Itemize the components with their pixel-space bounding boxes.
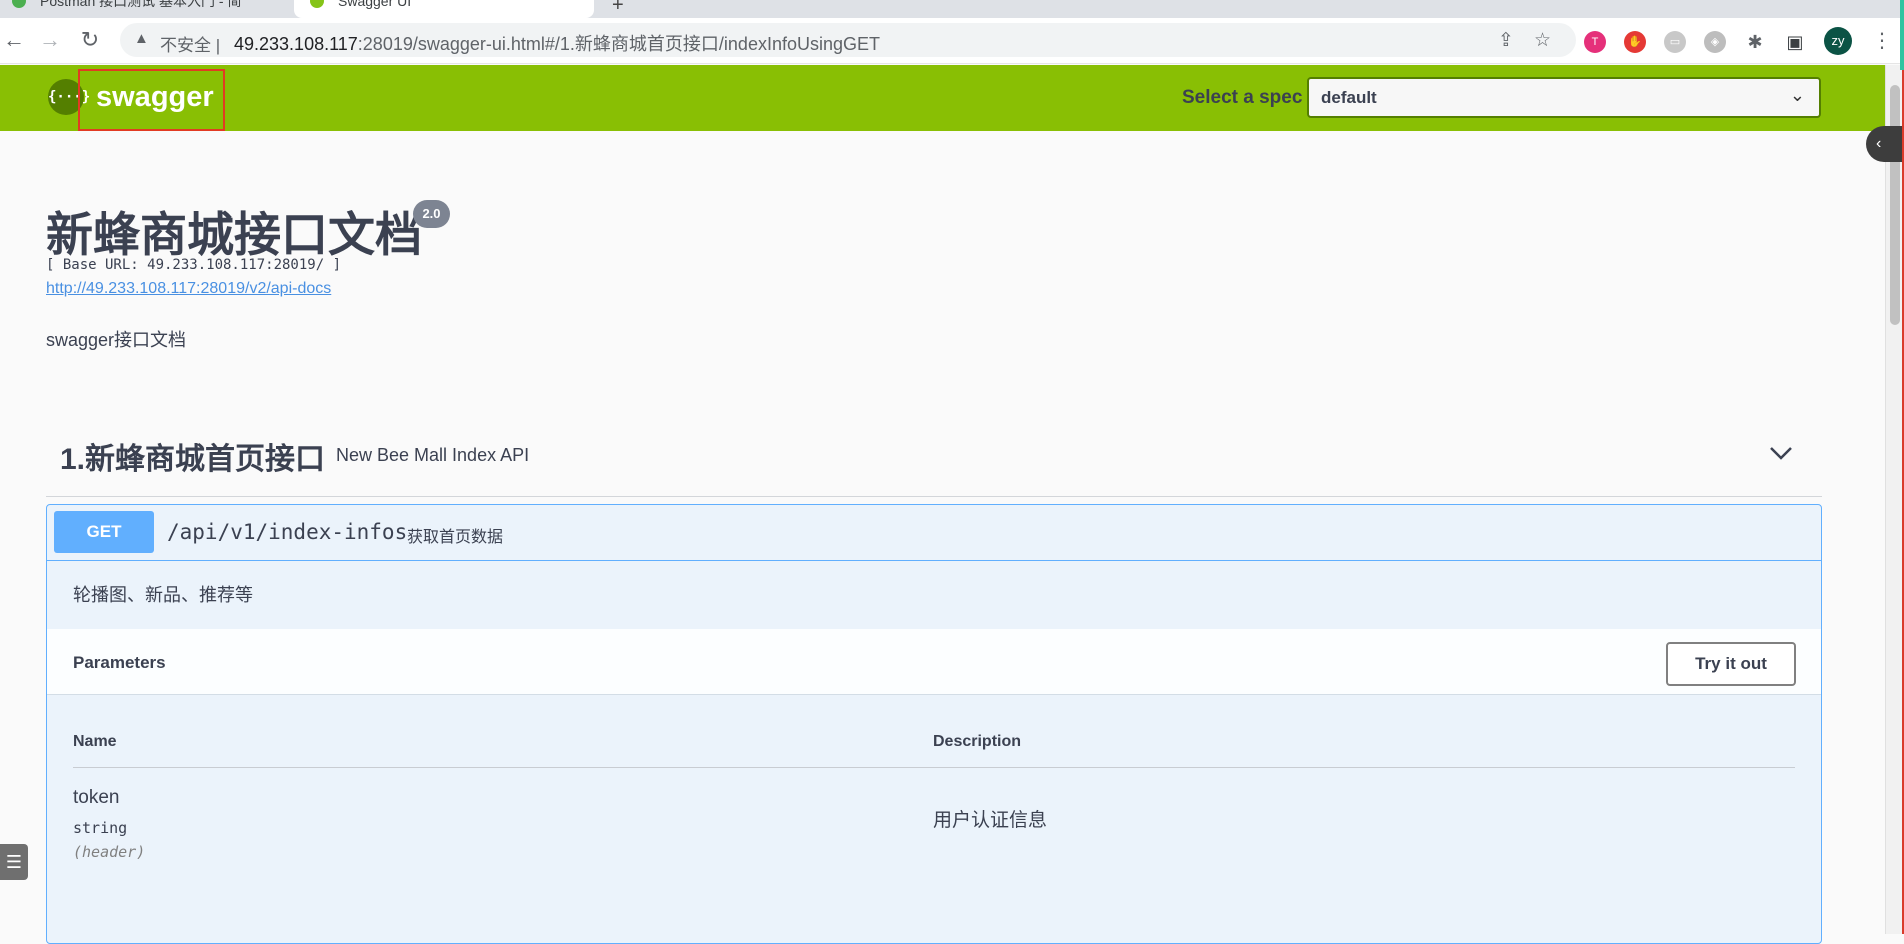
param-name: token (73, 787, 120, 808)
column-header-description: Description (933, 733, 1022, 750)
parameters-label: Parameters (73, 653, 166, 672)
reload-icon[interactable]: ↻ (78, 28, 102, 52)
operation-block: GET /api/v1/index-infos 获取首页数据 轮播图、新品、推荐… (46, 504, 1822, 944)
url-text[interactable]: 49.233.108.117:28019/swagger-ui.html#/1.… (234, 30, 880, 56)
api-docs-link[interactable]: http://49.233.108.117:28019/v2/api-docs (46, 280, 331, 298)
browser-tab-postman[interactable]: Postman 接口测试 基本入门 - 简 (0, 0, 292, 18)
operation-summary-text: 获取首页数据 (407, 529, 504, 546)
chevron-down-icon: ⌄ (1789, 85, 1805, 105)
param-location: (header) (73, 843, 146, 861)
list-menu-icon[interactable]: ☰ (0, 844, 28, 880)
address-bar[interactable]: ▲ 不安全 | 49.233.108.117:28019/swagger-ui.… (120, 23, 1576, 57)
extension-icon[interactable]: ▭ (1664, 31, 1686, 53)
column-header-name: Name (73, 733, 117, 750)
spec-select-value: default (1321, 88, 1377, 107)
spec-select[interactable]: default ⌄ (1307, 77, 1821, 118)
collapse-chevron-icon[interactable] (1766, 438, 1796, 468)
http-method-badge: GET (54, 511, 154, 553)
browser-tab-swagger[interactable]: Swagger UI ✕ (294, 0, 594, 18)
adblock-extension-icon[interactable]: ✋ (1624, 31, 1646, 53)
window-edge-accent (1900, 0, 1904, 70)
swagger-logo-text[interactable]: swagger (96, 81, 214, 114)
swagger-topbar: {···} swagger Select a spec default ⌄ (0, 65, 1885, 131)
tag-description: New Bee Mall Index API (336, 445, 530, 465)
side-panel-icon[interactable]: ▣ (1784, 31, 1806, 53)
scrollbar-thumb[interactable] (1890, 85, 1900, 325)
version-badge: 2.0 (413, 200, 450, 228)
warning-icon: ▲ (134, 30, 149, 47)
new-tab-icon[interactable]: + (612, 0, 624, 17)
chevron-left-icon[interactable]: ‹ (1866, 126, 1904, 162)
share-icon[interactable]: ⇪ (1498, 29, 1514, 52)
browser-tab-strip: Postman 接口测试 基本入门 - 简 Swagger UI ✕ + (0, 0, 1904, 18)
page-title: 新蜂商城接口文档 (46, 208, 422, 261)
operation-summary[interactable]: GET /api/v1/index-infos 获取首页数据 (47, 505, 1821, 561)
puzzle-icon[interactable]: ✱ (1744, 31, 1766, 53)
select-spec-label: Select a spec (1182, 87, 1303, 108)
operation-path: /api/v1/index-infos (167, 520, 408, 544)
extension-icon[interactable]: T (1584, 31, 1606, 53)
shield-extension-icon[interactable]: ◈ (1704, 31, 1726, 53)
tag-name[interactable]: 1.新蜂商城首页接口 (60, 434, 325, 478)
parameters-header: Parameters Try it out (47, 629, 1821, 695)
forward-icon[interactable]: → (38, 28, 62, 52)
api-description: swagger接口文档 (46, 330, 187, 350)
profile-avatar[interactable]: zy (1824, 27, 1852, 55)
param-type: string (73, 819, 128, 837)
try-it-out-button[interactable]: Try it out (1666, 642, 1796, 686)
tab-title: Postman 接口测试 基本入门 - 简 (40, 0, 242, 9)
param-description: 用户认证信息 (933, 810, 1048, 831)
tag-section-header[interactable]: 1.新蜂商城首页接口 New Bee Mall Index API (46, 420, 1822, 497)
bookmark-star-icon[interactable]: ☆ (1534, 29, 1551, 52)
operation-description: 轮播图、新品、推荐等 (73, 585, 253, 605)
security-label[interactable]: 不安全 | (160, 31, 220, 56)
back-icon[interactable]: ← (2, 28, 26, 52)
base-url: [ Base URL: 49.233.108.117:28019/ ] (46, 257, 342, 273)
tab-title: Swagger UI (338, 0, 412, 9)
swagger-favicon-icon (310, 0, 324, 8)
menu-icon[interactable]: ⋮ (1872, 28, 1892, 53)
browser-toolbar: ← → ↻ ▲ 不安全 | 49.233.108.117:28019/swagg… (0, 18, 1904, 64)
table-header-divider (73, 767, 1795, 768)
postman-favicon-icon (12, 0, 26, 8)
